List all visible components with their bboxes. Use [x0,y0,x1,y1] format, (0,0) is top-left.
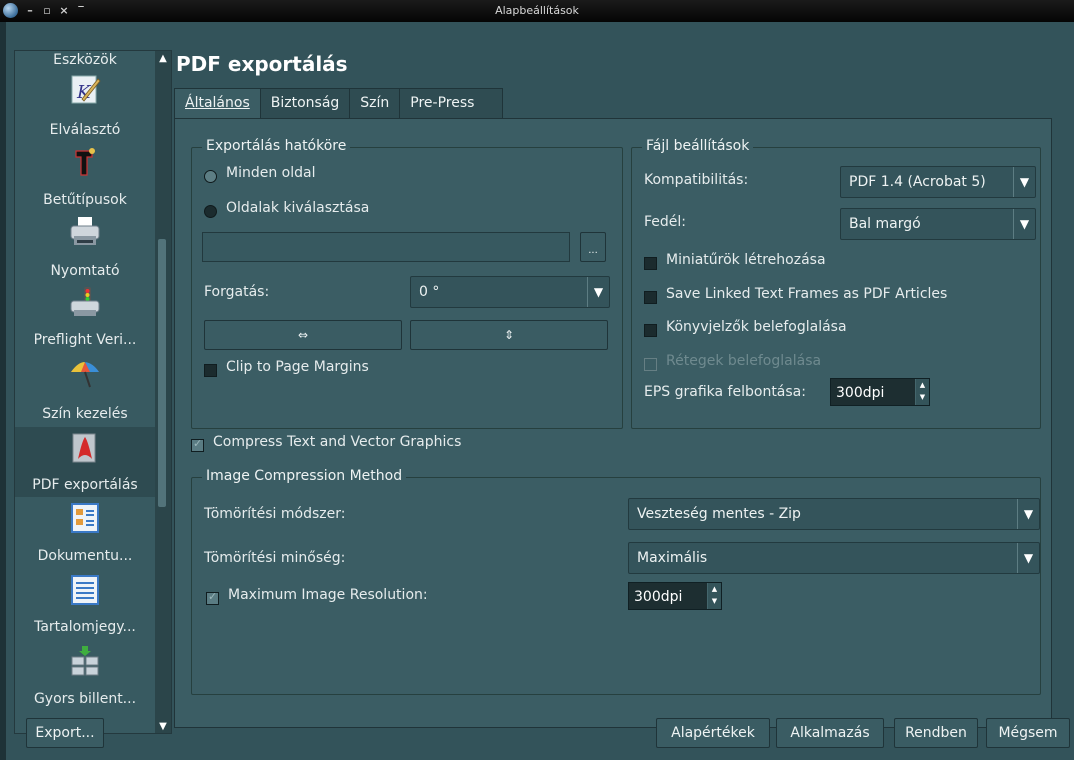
sidebar-item-shortcuts[interactable]: Gyors billent... [15,691,155,707]
tab-prepress[interactable]: Pre-Press [399,88,504,118]
rotation-label: Forgatás: [204,284,270,300]
clip-margins-label[interactable]: Clip to Page Margins [226,359,369,375]
preflight-printer-icon [70,287,100,316]
eps-resolution-value: 300dpi [836,385,885,401]
font-icon [75,148,95,176]
sidebar-scrollbar[interactable]: ▲ ▼ [155,51,171,733]
spin-arrows-icon[interactable]: ▲ ▼ [915,379,929,405]
rotation-combo[interactable]: 0 ° ▼ [410,276,610,308]
tab-panel-general: Exportálás hatóköre Minden oldal Oldalak… [174,118,1052,728]
sidebar-item-document[interactable]: Dokumentu... [15,548,155,564]
mirror-vertical-icon: ⇕ [503,328,515,342]
choose-pages-radio[interactable] [204,205,217,218]
compression-method-combo[interactable]: Veszteség mentes - Zip ▼ [628,498,1040,530]
compress-text-checkbox[interactable] [191,437,204,452]
spin-arrows-icon[interactable]: ▲ ▼ [707,583,721,609]
max-resolution-value: 300dpi [634,589,683,605]
scroll-up-icon[interactable]: ▲ [155,51,171,67]
thumbnails-label[interactable]: Miniatűrök létrehozása [666,252,826,268]
table-of-contents-icon [71,575,99,605]
export-scope-group: Exportálás hatóköre Minden oldal Oldalak… [191,138,623,429]
chevron-down-icon[interactable]: ▼ [587,277,609,307]
page-title: PDF exportálás [176,52,348,76]
rotation-value: 0 ° [419,284,440,300]
ok-button[interactable]: Rendben [894,718,978,748]
document-icon [71,503,99,533]
mirror-horizontal-button[interactable]: ⇔ [204,320,402,350]
compression-quality-label: Tömörítési minőség: [204,550,346,566]
tab-general[interactable]: Általános [174,88,261,119]
quill-icon: K [71,75,101,104]
window-title: Alapbeállítások [495,4,579,17]
browse-pages-button[interactable]: ... [580,232,606,262]
printer-icon [70,217,100,245]
tab-security[interactable]: Biztonság [259,88,351,118]
sidebar: Eszközök K Elválasztó Betűtípusok Nyomta… [14,50,172,734]
sidebar-item-tools[interactable]: Eszközök [15,52,155,68]
export-scope-title: Exportálás hatóköre [202,138,351,154]
chevron-down-icon[interactable]: ▼ [1013,167,1035,197]
sidebar-item-pdf-export[interactable]: PDF exportálás [15,477,155,493]
defaults-button[interactable]: Alapértékek [656,718,770,748]
export-button[interactable]: Export... [26,718,104,748]
chevron-down-icon[interactable]: ▼ [1017,543,1039,573]
tab-color[interactable]: Szín [349,88,401,118]
compression-quality-value: Maximális [637,550,708,566]
bookmarks-checkbox[interactable] [644,324,657,337]
eps-resolution-spinbox[interactable]: 300dpi ▲ ▼ [830,378,930,406]
compress-text-label[interactable]: Compress Text and Vector Graphics [213,434,461,450]
sidebar-item-color-management[interactable]: Szín kezelés [15,406,155,422]
max-resolution-spinbox[interactable]: 300dpi ▲ ▼ [628,582,722,610]
chevron-down-icon[interactable]: ▼ [1017,499,1039,529]
compatibility-combo[interactable]: PDF 1.4 (Acrobat 5) ▼ [840,166,1036,198]
pdf-icon [72,433,96,463]
compression-quality-combo[interactable]: Maximális ▼ [628,542,1040,574]
title-bar: – ▫ × ‾ Alapbeállítások [0,0,1074,22]
image-compression-title: Image Compression Method [202,468,407,484]
sidebar-item-toc[interactable]: Tartalomjegy... [15,619,155,635]
mirror-horizontal-icon: ⇔ [297,328,309,342]
layers-label: Rétegek belefoglalása [666,353,822,369]
umbrella-icon [71,362,99,388]
file-settings-title: Fájl beállítások [642,138,754,154]
file-settings-group: Fájl beállítások Kompatibilitás: PDF 1.4… [631,138,1041,429]
page-range-input[interactable] [202,232,570,262]
compression-method-label: Tömörítési módszer: [204,506,346,522]
sidebar-item-fonts[interactable]: Betűtípusok [15,192,155,208]
apply-button[interactable]: Alkalmazás [776,718,884,748]
cancel-button[interactable]: Mégsem [986,718,1070,748]
cover-combo[interactable]: Bal margó ▼ [840,208,1036,240]
bookmarks-label[interactable]: Könyvjelzők belefoglalása [666,319,847,335]
keyboard-shortcuts-icon [71,646,99,676]
all-pages-radio[interactable] [204,170,217,183]
linked-frames-checkbox[interactable] [644,291,657,304]
sidebar-item-hyphenator[interactable]: Elválasztó [15,122,155,138]
compression-method-value: Veszteség mentes - Zip [637,506,801,522]
clip-margins-checkbox[interactable] [204,364,217,377]
all-pages-label[interactable]: Minden oldal [226,165,315,181]
mirror-vertical-button[interactable]: ⇕ [410,320,608,350]
scroll-down-icon[interactable]: ▼ [155,719,171,733]
eps-resolution-label: EPS grafika felbontása: [644,384,806,400]
compatibility-value: PDF 1.4 (Acrobat 5) [849,174,986,190]
max-resolution-label[interactable]: Maximum Image Resolution: [228,587,428,603]
sidebar-item-printer[interactable]: Nyomtató [15,263,155,279]
layers-checkbox [644,358,657,371]
compatibility-label: Kompatibilitás: [644,172,749,188]
chevron-down-icon[interactable]: ▼ [1013,209,1035,239]
cover-value: Bal margó [849,216,921,232]
tab-bar: Általános Biztonság Szín Pre-Press [174,88,504,119]
max-resolution-checkbox[interactable] [206,590,219,605]
linked-frames-label[interactable]: Save Linked Text Frames as PDF Articles [666,286,947,302]
thumbnails-checkbox[interactable] [644,257,657,270]
image-compression-group: Image Compression Method Tömörítési móds… [191,468,1041,695]
cover-label: Fedél: [644,214,687,230]
sidebar-item-preflight[interactable]: Preflight Veri... [15,332,155,348]
scrollbar-thumb[interactable] [158,239,166,507]
choose-pages-label[interactable]: Oldalak kiválasztása [226,200,369,216]
